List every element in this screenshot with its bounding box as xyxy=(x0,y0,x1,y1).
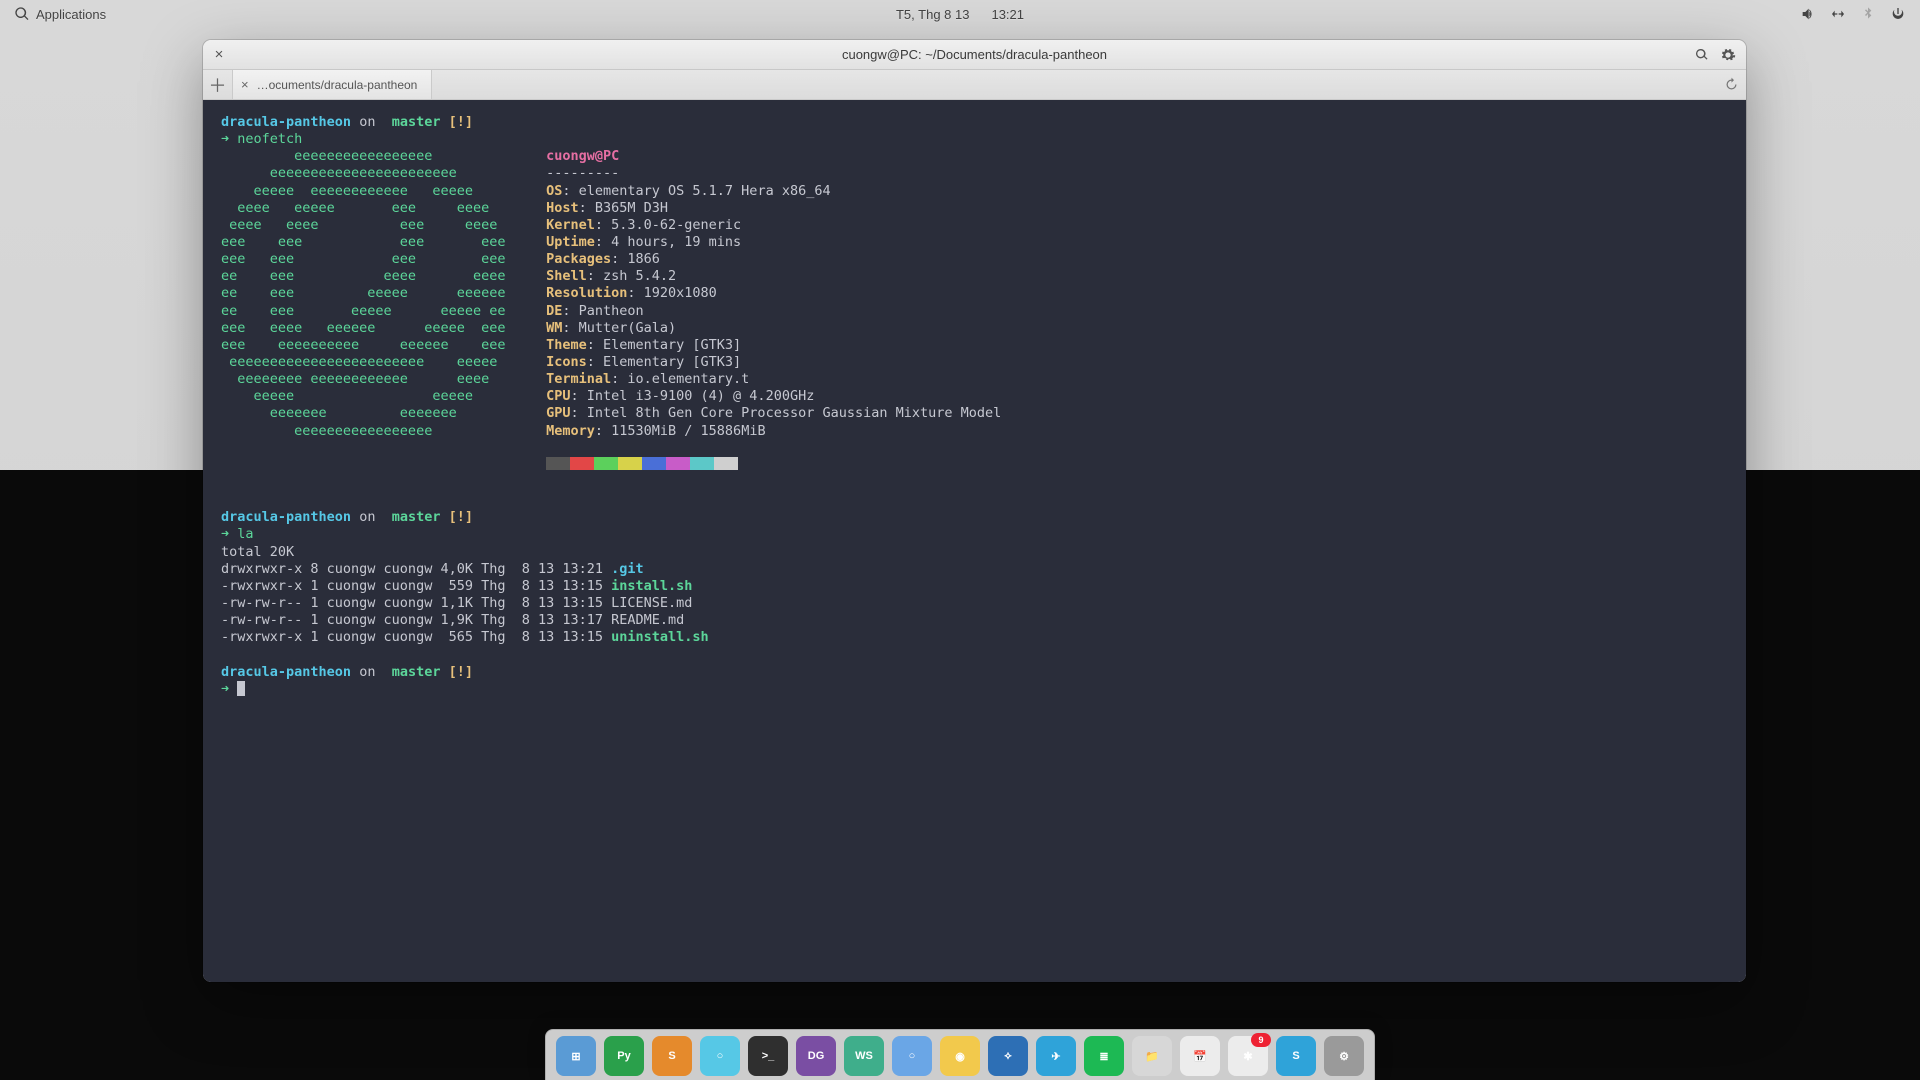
panel-time: 13:21 xyxy=(991,7,1024,22)
dock-app-slack[interactable]: ✱ xyxy=(1228,1036,1268,1076)
terminal-window: × cuongw@PC: ~/Documents/dracula-pantheo… xyxy=(203,40,1746,982)
new-tab-button[interactable]: ＋ xyxy=(203,70,233,99)
tabbar: ＋ × …ocuments/dracula-pantheon xyxy=(203,70,1746,100)
dock-app-webstorm[interactable]: WS xyxy=(844,1036,884,1076)
tab-close-icon[interactable]: × xyxy=(241,77,249,92)
dock-app-vscode[interactable]: ⟡ xyxy=(988,1036,1028,1076)
window-close-button[interactable]: × xyxy=(211,47,227,63)
panel-date: T5, Thg 8 13 xyxy=(896,7,969,22)
tab-current[interactable]: × …ocuments/dracula-pantheon xyxy=(233,70,432,99)
dock-app-settings[interactable]: ⚙ xyxy=(1324,1036,1364,1076)
top-panel: Applications T5, Thg 8 13 13:21 xyxy=(0,0,1920,28)
tab-history-button[interactable] xyxy=(1716,70,1746,99)
dock-app-multitasking[interactable]: ⊞ xyxy=(556,1036,596,1076)
bluetooth-icon[interactable] xyxy=(1860,6,1876,22)
dock-app-epiphany[interactable]: ○ xyxy=(892,1036,932,1076)
titlebar[interactable]: × cuongw@PC: ~/Documents/dracula-pantheo… xyxy=(203,40,1746,70)
clock[interactable]: T5, Thg 8 13 13:21 xyxy=(896,7,1024,22)
terminal-output[interactable]: dracula-pantheon on master [!] ➜ neofetc… xyxy=(203,100,1746,982)
dock: ⊞PyS○>_DGWS○◉⟡✈≣📁📅✱S⚙ xyxy=(545,1029,1375,1080)
history-icon xyxy=(1724,77,1739,92)
dock-app-spotify[interactable]: ≣ xyxy=(1084,1036,1124,1076)
dock-app-datagrip[interactable]: DG xyxy=(796,1036,836,1076)
applications-menu[interactable]: Applications xyxy=(14,6,106,22)
network-icon[interactable] xyxy=(1830,6,1846,22)
tab-label: …ocuments/dracula-pantheon xyxy=(257,78,418,92)
search-in-terminal-icon[interactable] xyxy=(1694,47,1710,63)
settings-icon[interactable] xyxy=(1720,47,1736,63)
dock-app-calendar[interactable]: 📅 xyxy=(1180,1036,1220,1076)
dock-app-chrome[interactable]: ◉ xyxy=(940,1036,980,1076)
power-icon[interactable] xyxy=(1890,6,1906,22)
dock-app-terminal[interactable]: >_ xyxy=(748,1036,788,1076)
dock-app-skype[interactable]: S xyxy=(1276,1036,1316,1076)
dock-app-sublime[interactable]: S xyxy=(652,1036,692,1076)
applications-label: Applications xyxy=(36,7,106,22)
dock-app-telegram[interactable]: ✈ xyxy=(1036,1036,1076,1076)
dock-app-web[interactable]: ○ xyxy=(700,1036,740,1076)
dock-app-pycharm[interactable]: Py xyxy=(604,1036,644,1076)
sound-icon[interactable] xyxy=(1800,6,1816,22)
dock-app-files[interactable]: 📁 xyxy=(1132,1036,1172,1076)
search-icon xyxy=(14,6,30,22)
window-title: cuongw@PC: ~/Documents/dracula-pantheon xyxy=(203,47,1746,62)
